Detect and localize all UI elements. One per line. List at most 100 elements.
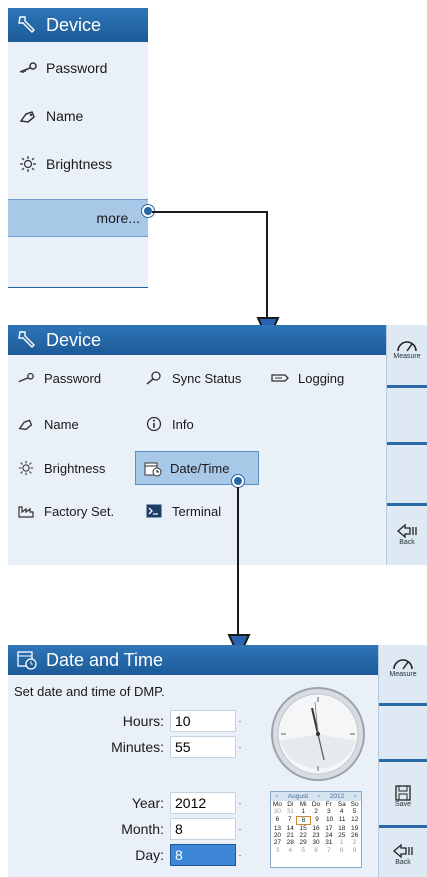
- month-spinner[interactable]: ·: [236, 818, 244, 840]
- calendar-day[interactable]: 6: [271, 816, 284, 825]
- calendar-widget[interactable]: ‹ August › 2012 › Mo Di Mi Do Fr Sa So 3…: [270, 791, 362, 868]
- weekday: Sa: [337, 801, 346, 808]
- calendar-day[interactable]: 10: [323, 816, 336, 825]
- grid-item-info[interactable]: Info: [144, 416, 194, 432]
- menu-item-brightness[interactable]: Brightness: [18, 156, 112, 172]
- calendar-day[interactable]: 3: [322, 808, 335, 815]
- calendar-day[interactable]: 22: [297, 832, 310, 839]
- calendar-day[interactable]: 12: [348, 816, 361, 825]
- calendar-day[interactable]: 26: [348, 832, 361, 839]
- menu-item-name[interactable]: Name: [18, 108, 83, 124]
- wrench-icon: [18, 331, 35, 348]
- year-spinner[interactable]: ·: [236, 792, 244, 814]
- grid-item-terminal[interactable]: Terminal: [144, 503, 221, 519]
- grid-item-brightness[interactable]: Brightness: [16, 460, 105, 476]
- calendar-day[interactable]: 30: [310, 839, 323, 846]
- calendar-day[interactable]: 14: [284, 825, 297, 832]
- back-button[interactable]: Back: [387, 523, 427, 546]
- calendar-day[interactable]: 25: [335, 832, 348, 839]
- minutes-label: Minutes:: [111, 739, 164, 755]
- calendar-day[interactable]: 13: [271, 825, 284, 832]
- calendar-day[interactable]: 17: [322, 825, 335, 832]
- calendar-day[interactable]: 4: [284, 847, 297, 854]
- save-button[interactable]: Save: [379, 785, 427, 808]
- grid-item-label: Logging: [298, 370, 345, 386]
- device-title-bar: Device: [8, 8, 148, 42]
- calendar-day[interactable]: 21: [284, 832, 297, 839]
- calendar-day[interactable]: 20: [271, 832, 284, 839]
- calendar-day[interactable]: 2: [310, 808, 323, 815]
- calendar-day[interactable]: 3: [271, 847, 284, 854]
- day-label: Day:: [135, 847, 164, 863]
- hours-spinner[interactable]: ·: [236, 710, 244, 732]
- sidebar: Measure Back: [386, 325, 427, 565]
- menu-item-password[interactable]: Password: [18, 60, 107, 76]
- calendar-year-next-icon[interactable]: ›: [354, 793, 356, 800]
- calendar-day[interactable]: 31: [322, 839, 335, 846]
- calendar-week: 27 28 29 30 31 1 2: [271, 839, 361, 846]
- back-arrow-icon: [393, 843, 413, 859]
- calendar-day[interactable]: 29: [297, 839, 310, 846]
- calendar-day[interactable]: 18: [335, 825, 348, 832]
- more-label: more...: [96, 210, 140, 226]
- calendar-day[interactable]: 28: [284, 839, 297, 846]
- month-input[interactable]: [170, 818, 236, 840]
- calendar-day[interactable]: 24: [322, 832, 335, 839]
- back-button[interactable]: Back: [379, 843, 427, 866]
- calendar-next-icon[interactable]: ›: [318, 793, 320, 800]
- calendar-day[interactable]: 1: [297, 808, 310, 815]
- calendar-day[interactable]: 30: [271, 808, 284, 815]
- tag-icon: [16, 416, 36, 432]
- calendar-day[interactable]: 16: [310, 825, 323, 832]
- menu-item-label: Name: [46, 108, 84, 124]
- back-arrow-icon: [397, 523, 417, 539]
- calendar-day[interactable]: 1: [335, 839, 348, 846]
- more-button[interactable]: more...: [8, 199, 148, 237]
- calendar-day[interactable]: 27: [271, 839, 284, 846]
- calendar-day[interactable]: 15: [297, 825, 310, 832]
- calendar-day[interactable]: 7: [284, 816, 297, 825]
- analog-clock: [271, 687, 365, 781]
- calendar-day[interactable]: 4: [335, 808, 348, 815]
- calendar-day[interactable]: 9: [311, 816, 324, 825]
- grid-item-sync-status[interactable]: Sync Status: [144, 370, 241, 386]
- day-spinner[interactable]: ·: [236, 844, 244, 866]
- minutes-spinner[interactable]: ·: [236, 736, 244, 758]
- calendar-day[interactable]: 6: [310, 847, 323, 854]
- calendar-day[interactable]: 31: [284, 808, 297, 815]
- calendar-weekdays: Mo Di Mi Do Fr Sa So: [271, 801, 361, 808]
- minutes-input[interactable]: [170, 736, 236, 758]
- calendar-day[interactable]: 5: [348, 808, 361, 815]
- calendar-day[interactable]: 9: [348, 847, 361, 854]
- sun-icon: [16, 460, 36, 476]
- calendar-day[interactable]: 11: [336, 816, 349, 825]
- weekday: Do: [311, 801, 321, 808]
- calendar-day[interactable]: 8: [335, 847, 348, 854]
- gauge-icon: [397, 341, 417, 352]
- back-label: Back: [399, 539, 415, 546]
- grid-item-logging[interactable]: Logging: [270, 370, 344, 386]
- calendar-prev-icon[interactable]: ‹: [276, 793, 278, 800]
- calendar-day[interactable]: 5: [297, 847, 310, 854]
- grid-item-name[interactable]: Name: [16, 416, 79, 432]
- sidebar-divider: [379, 759, 427, 762]
- grid-item-password[interactable]: Password: [16, 370, 101, 386]
- datetime-title-bar: Date and Time: [8, 645, 378, 675]
- day-input[interactable]: [170, 844, 236, 866]
- grid-item-factory-set[interactable]: Factory Set.: [16, 503, 114, 519]
- calendar-day-selected[interactable]: 8: [296, 815, 311, 825]
- connector-line: [266, 211, 268, 319]
- calendar-day[interactable]: 19: [348, 825, 361, 832]
- calendar-day[interactable]: 7: [322, 847, 335, 854]
- year-input[interactable]: [170, 792, 236, 814]
- device-title: Device: [46, 14, 102, 35]
- grid-item-label: Brightness: [44, 460, 106, 476]
- calendar-day[interactable]: 23: [310, 832, 323, 839]
- hours-input[interactable]: [170, 710, 236, 732]
- device-grid-title: Device: [46, 329, 102, 350]
- key-icon: [18, 60, 38, 76]
- key-icon: [16, 370, 36, 386]
- measure-button[interactable]: Measure: [387, 337, 427, 360]
- measure-button[interactable]: Measure: [379, 655, 427, 678]
- calendar-day[interactable]: 2: [348, 839, 361, 846]
